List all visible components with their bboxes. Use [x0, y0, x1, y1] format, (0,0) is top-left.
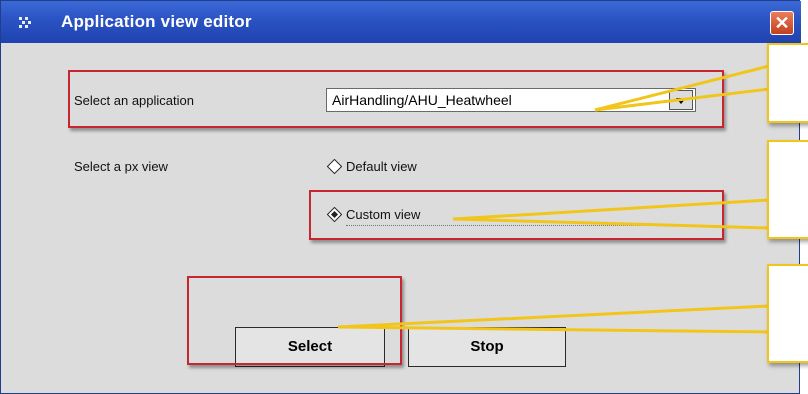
callout-line-select-2 — [337, 325, 770, 334]
callout-line-custom-view-2 — [452, 217, 770, 230]
callout-select — [767, 264, 808, 363]
callout-line-application-2 — [594, 87, 770, 112]
callout-application — [767, 43, 808, 123]
callout-leader-lines — [337, 64, 770, 334]
callout-line-application — [594, 64, 770, 112]
callout-custom-view — [767, 140, 808, 239]
callout-line-select — [337, 304, 770, 329]
callout-line-custom-view — [452, 198, 770, 221]
